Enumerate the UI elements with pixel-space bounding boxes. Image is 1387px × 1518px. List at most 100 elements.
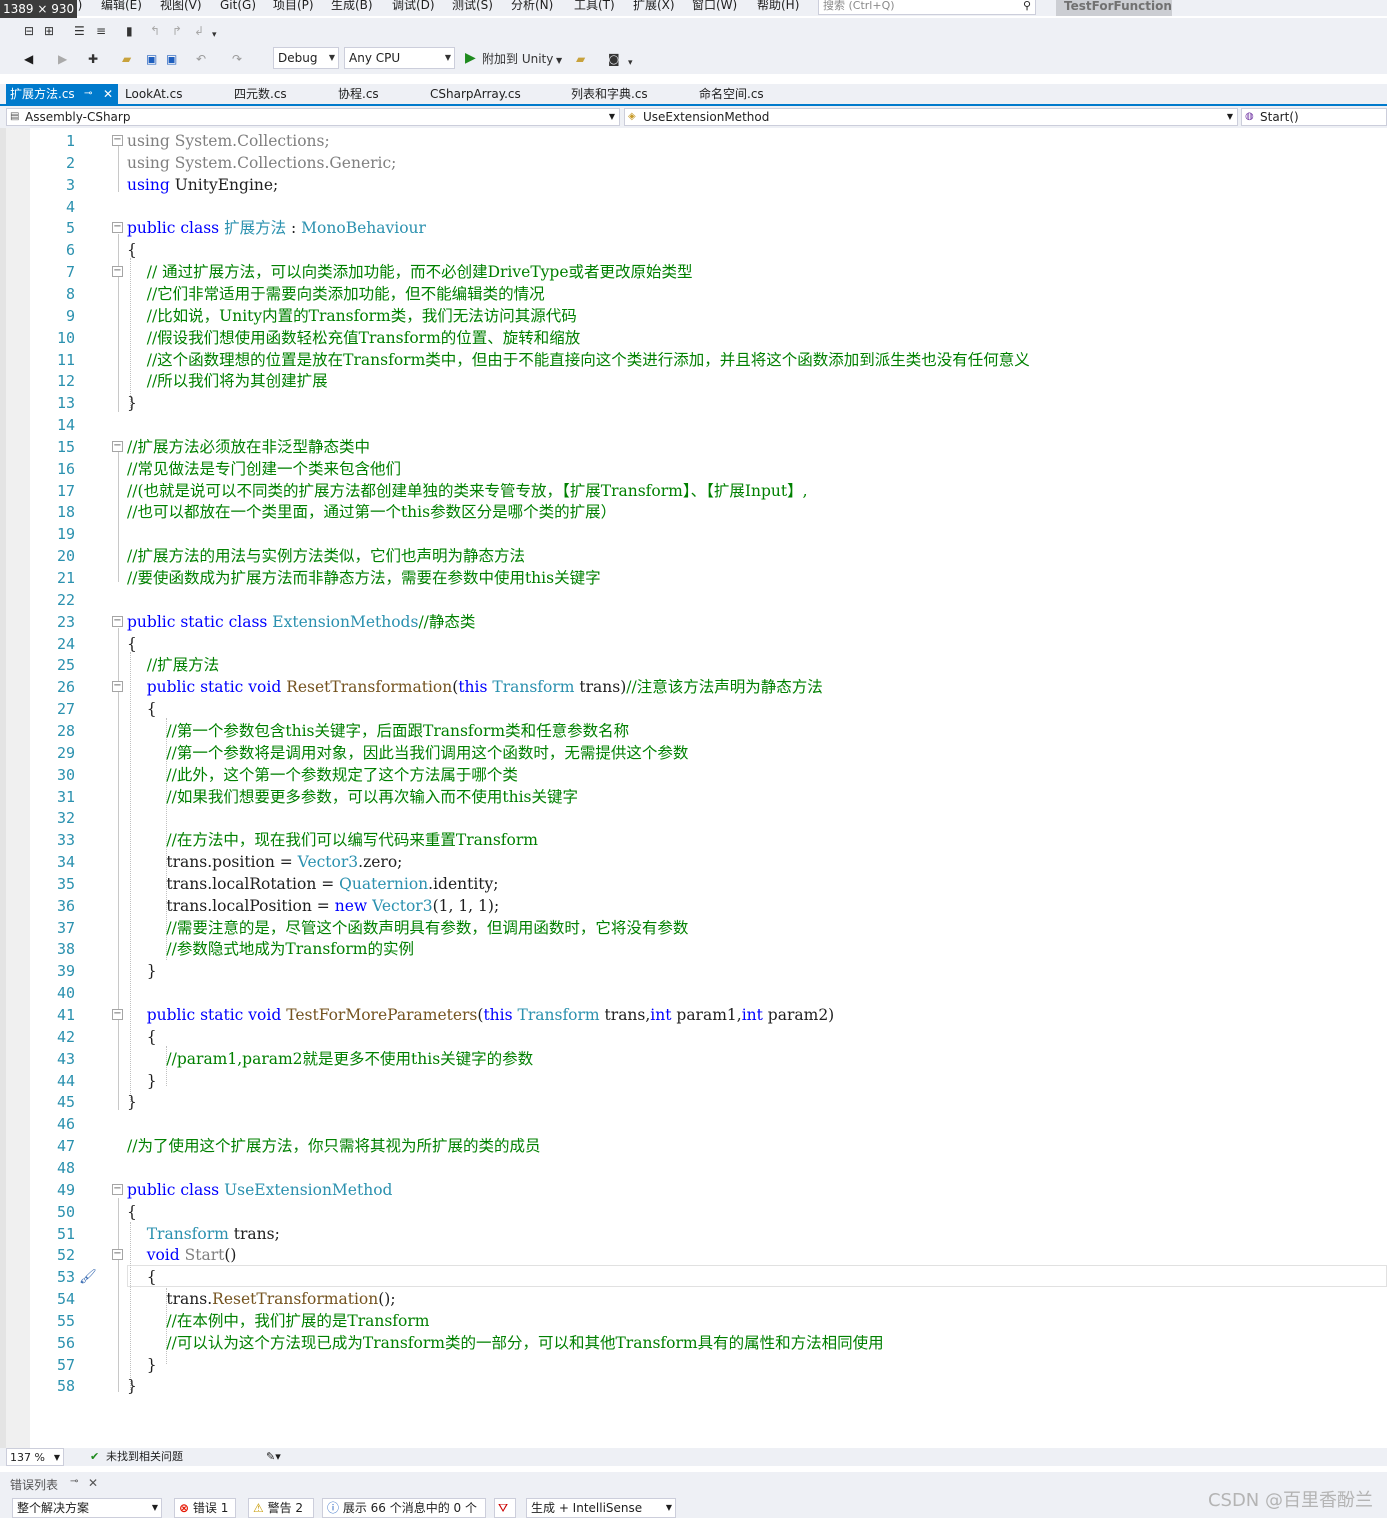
collapse-toggle-icon[interactable]: − <box>112 222 123 234</box>
code-line[interactable]: 39 } <box>0 960 1387 982</box>
pin-icon[interactable]: ⊸ <box>84 84 92 104</box>
code-editor[interactable]: 1− using System.Collections; 2 using System… <box>0 128 1387 1448</box>
code-line[interactable]: 44 } <box>0 1070 1387 1092</box>
code-line[interactable]: 37 //需要注意的是，尽管这个函数声明具有参数，但调用函数时，它将没有参数 <box>0 917 1387 939</box>
attach-unity-button[interactable]: 附加到 Unity <box>482 52 553 66</box>
code-line[interactable]: 14 <box>0 414 1387 436</box>
project-dropdown[interactable]: ▤ Assembly-CSharp ▼ <box>6 108 620 126</box>
code-line[interactable]: 17 //(也就是说可以不同类的扩展方法都创建单独的类来专管专放，【扩展Trans… <box>0 480 1387 502</box>
messages-filter-button[interactable]: ⓘ 展示 66 个消息中的 0 个 <box>322 1498 486 1518</box>
panel-title[interactable]: 错误列表 <box>10 1476 58 1493</box>
code-line[interactable]: 16 //常见做法是专门创建一个类来包含他们 <box>0 458 1387 480</box>
open-file-icon[interactable]: ▰ <box>122 52 131 66</box>
code-line[interactable]: 27 { <box>0 698 1387 720</box>
code-line[interactable]: 22 <box>0 589 1387 611</box>
menu-item[interactable]: 帮助(H) <box>757 0 799 13</box>
filter-button[interactable]: ⛛ <box>494 1498 516 1518</box>
new-project-icon[interactable]: ✚ <box>88 52 98 66</box>
issues-status[interactable]: 未找到相关问题 <box>106 1448 183 1466</box>
build-source-select[interactable]: 生成 + IntelliSense ▼ <box>526 1498 676 1518</box>
prev-bookmark-icon[interactable]: ↰ <box>150 24 160 38</box>
code-line[interactable]: 49 − public class UseExtensionMethod <box>0 1179 1387 1201</box>
code-line[interactable]: 54 trans.ResetTransformation(); <box>0 1288 1387 1310</box>
code-line[interactable]: 3 using UnityEngine; <box>0 174 1387 196</box>
collapse-toggle-icon[interactable]: − <box>112 681 123 693</box>
code-line[interactable]: 19 <box>0 523 1387 545</box>
menu-item[interactable]: 调试(D) <box>392 0 435 13</box>
code-line[interactable]: 29 //第一个参数将是调用对象，因此当我们调用这个函数时，无需提供这个参数 <box>0 742 1387 764</box>
quick-action-brush-icon[interactable]: 🖌 <box>79 1269 97 1285</box>
menu-item[interactable]: 分析(N) <box>511 0 553 13</box>
code-line[interactable]: 48 <box>0 1157 1387 1179</box>
scope-select[interactable]: 整个解决方案 ▼ <box>12 1498 162 1518</box>
menu-item[interactable]: 测试(S) <box>452 0 493 13</box>
code-line[interactable]: 41 − public static void TestForMoreParame… <box>0 1004 1387 1026</box>
code-line[interactable]: 28 //第一个参数包含this关键字，后面跟Transform类和任意参数名称 <box>0 720 1387 742</box>
code-line[interactable]: 25 //扩展方法 <box>0 654 1387 676</box>
code-line[interactable]: 47 //为了使用这个扩展方法，你只需将其视为所扩展的类的成员 <box>0 1135 1387 1157</box>
menu-item[interactable]: 扩展(X) <box>633 0 675 13</box>
code-line[interactable]: 20 //扩展方法的用法与实例方法类似，它们也声明为静态方法 <box>0 545 1387 567</box>
code-line[interactable]: 24 { <box>0 633 1387 655</box>
menu-item[interactable]: 视图(V) <box>160 0 202 13</box>
code-line[interactable]: 46 <box>0 1113 1387 1135</box>
code-line[interactable]: 26 − public static void ResetTransformati… <box>0 676 1387 698</box>
toolbar-overflow-icon[interactable]: ▾ <box>628 56 633 70</box>
collapse-toggle-icon[interactable]: − <box>112 1183 123 1195</box>
forward-icon[interactable]: ▶ <box>58 52 67 66</box>
back-icon[interactable]: ◀ <box>24 52 33 66</box>
close-icon[interactable]: ✕ <box>103 84 113 104</box>
tab-csharparray[interactable]: CSharpArray.cs <box>430 84 521 104</box>
tab-list-dict[interactable]: 列表和字典.cs <box>571 84 648 104</box>
code-line[interactable]: 21 //要使函数成为扩展方法而非静态方法，需要在参数中使用this关键字 <box>0 567 1387 589</box>
code-line[interactable]: 56 //可以认为这个方法现已成为Transform类的一部分，可以和其他Tra… <box>0 1332 1387 1354</box>
code-line[interactable]: 31 //如果我们想要更多参数，可以再次输入而不使用this关键字 <box>0 786 1387 808</box>
platform-select[interactable]: Any CPU ▼ <box>344 47 455 69</box>
collapse-toggle-icon[interactable]: − <box>112 1009 123 1020</box>
code-line[interactable]: 11 //这个函数理想的位置是放在Transform类中，但由于不能直接向这个类… <box>0 349 1387 371</box>
menu-item[interactable]: Git(G) <box>220 0 256 13</box>
menu-item[interactable]: 窗口(W) <box>692 0 737 13</box>
config-select[interactable]: Debug ▼ <box>273 47 339 69</box>
comment-icon[interactable]: ☰ <box>74 24 85 38</box>
save-icon[interactable]: ▣ <box>146 52 157 66</box>
code-line[interactable]: 23 − public static class ExtensionMethods/… <box>0 611 1387 633</box>
menu-item[interactable]: 生成(B) <box>331 0 373 13</box>
code-line[interactable]: 15 −//扩展方法必须放在非泛型静态类中 <box>0 436 1387 458</box>
play-icon[interactable]: ▶ <box>465 51 476 65</box>
code-line[interactable]: 2 using System.Collections.Generic; <box>0 152 1387 174</box>
warnings-filter-button[interactable]: ⚠ 警告 2 <box>248 1498 314 1518</box>
folder-icon[interactable]: ▰ <box>576 52 585 66</box>
collapse-toggle-icon[interactable]: − <box>112 135 123 146</box>
code-line[interactable]: 7 − // 通过扩展方法，可以向类添加功能，而不必创建DriveType或者更改… <box>0 261 1387 283</box>
pin-icon[interactable]: ⊸ <box>70 1476 78 1487</box>
tab-namespace[interactable]: 命名空间.cs <box>699 84 764 104</box>
collapse-toggle-icon[interactable]: − <box>112 440 123 452</box>
code-line[interactable]: 52 − void Start() <box>0 1244 1387 1266</box>
menu-item[interactable]: 编辑(E) <box>101 0 142 13</box>
code-line[interactable]: 18 //也可以都放在一个类里面，通过第一个this参数区分是哪个类的扩展） <box>0 501 1387 523</box>
code-line[interactable]: 55 //在本例中，我们扩展的是Transform <box>0 1310 1387 1332</box>
code-line[interactable]: 9 //比如说，Unity内置的Transform类，我们无法访问其源代码 <box>0 305 1387 327</box>
errors-filter-button[interactable]: ⊗ 错误 1 <box>174 1498 236 1518</box>
code-line[interactable]: 53 { <box>0 1266 1387 1288</box>
member-dropdown[interactable]: ◍ Start() <box>1241 108 1387 126</box>
search-input[interactable]: 搜索 (Ctrl+Q) ⚲ <box>818 0 1036 15</box>
code-line[interactable]: 10 //假设我们想使用函数轻松充值Transform的位置、旋转和缩放 <box>0 327 1387 349</box>
layout-icon[interactable]: ⊞ <box>44 24 54 38</box>
code-line[interactable]: 8 //它们非常适用于需要向类添加功能，但不能编辑类的情况 <box>0 283 1387 305</box>
code-line[interactable]: 12 //所以我们将为其创建扩展 <box>0 370 1387 392</box>
open-outline-icon[interactable]: ⊟ <box>24 24 34 38</box>
tab-lookat[interactable]: LookAt.cs <box>125 84 182 104</box>
close-icon[interactable]: ✕ <box>88 1476 98 1490</box>
code-line[interactable]: 4 <box>0 196 1387 218</box>
tab-coroutine[interactable]: 协程.cs <box>338 84 379 104</box>
menu-item[interactable]: 工具(T) <box>574 0 615 13</box>
uncomment-icon[interactable]: ≡ <box>96 24 106 38</box>
redo-icon[interactable]: ↷ <box>232 52 242 66</box>
code-line[interactable]: 35 trans.localRotation = Quaternion.iden… <box>0 873 1387 895</box>
code-line[interactable]: 50 { <box>0 1201 1387 1223</box>
class-dropdown[interactable]: ◈ UseExtensionMethod ▼ <box>624 108 1238 126</box>
undo-icon[interactable]: ↶ <box>196 52 206 66</box>
code-line[interactable]: 34 trans.position = Vector3.zero; <box>0 851 1387 873</box>
